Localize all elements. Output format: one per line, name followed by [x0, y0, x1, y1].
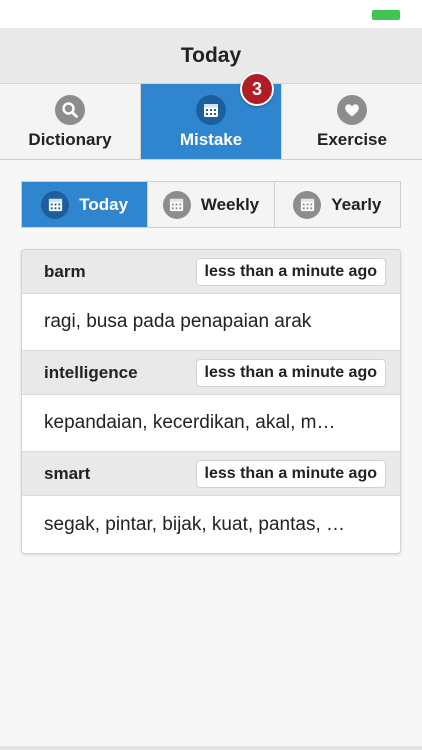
mistake-count-badge: 3: [240, 72, 274, 106]
battery-icon: [372, 10, 400, 20]
entry-meaning: kepandaian, kecerdikan, akal, m…: [22, 395, 400, 452]
tab-dictionary-label: Dictionary: [28, 130, 112, 149]
tab-exercise-label: Exercise: [317, 130, 387, 149]
bottom-divider: [0, 746, 422, 750]
segment-today-label: Today: [79, 194, 129, 214]
entry-header: smart less than a minute ago: [22, 452, 400, 496]
tab-mistake[interactable]: Mistake 3: [141, 72, 282, 159]
heart-icon: [337, 95, 367, 125]
period-selector: Today Weekly Yearly: [21, 181, 401, 228]
calendar-icon: [162, 190, 191, 219]
calendar-icon: [41, 190, 70, 219]
segment-today[interactable]: Today: [22, 182, 149, 227]
entry-timestamp: less than a minute ago: [195, 257, 386, 286]
mistake-list: barm less than a minute ago ragi, busa p…: [21, 249, 401, 554]
tab-exercise[interactable]: Exercise: [282, 84, 422, 159]
entry-meaning: segak, pintar, bijak, kuat, pantas, …: [44, 513, 346, 535]
tab-dictionary[interactable]: Dictionary: [0, 84, 141, 159]
navigation-bar: Today: [0, 28, 422, 84]
tab-mistake-label: Mistake: [179, 130, 243, 149]
list-item[interactable]: barm less than a minute ago ragi, busa p…: [22, 250, 400, 351]
segment-weekly-label: Weekly: [200, 194, 260, 214]
entry-header: intelligence less than a minute ago: [22, 351, 400, 395]
tab-bar: Dictionary Mistake 3 Exercise: [0, 72, 422, 160]
calendar-icon: [196, 95, 226, 125]
entry-word: intelligence: [44, 362, 138, 382]
calendar-icon: [293, 190, 322, 219]
entry-timestamp: less than a minute ago: [195, 358, 386, 387]
segment-yearly-label: Yearly: [331, 194, 382, 214]
status-bar: [0, 0, 422, 28]
entry-header: barm less than a minute ago: [22, 250, 400, 294]
entry-meaning: ragi, busa pada penapaian arak: [22, 294, 400, 351]
list-item[interactable]: intelligence less than a minute ago kepa…: [22, 351, 400, 452]
segment-weekly[interactable]: Weekly: [148, 182, 275, 227]
list-item[interactable]: smart less than a minute ago segak, pint…: [22, 452, 400, 553]
search-icon: [55, 95, 85, 125]
entry-timestamp: less than a minute ago: [195, 459, 386, 488]
entry-word: smart: [44, 463, 91, 483]
entry-word: barm: [44, 261, 86, 281]
segment-yearly[interactable]: Yearly: [275, 182, 400, 227]
page-title: Today: [180, 43, 242, 67]
